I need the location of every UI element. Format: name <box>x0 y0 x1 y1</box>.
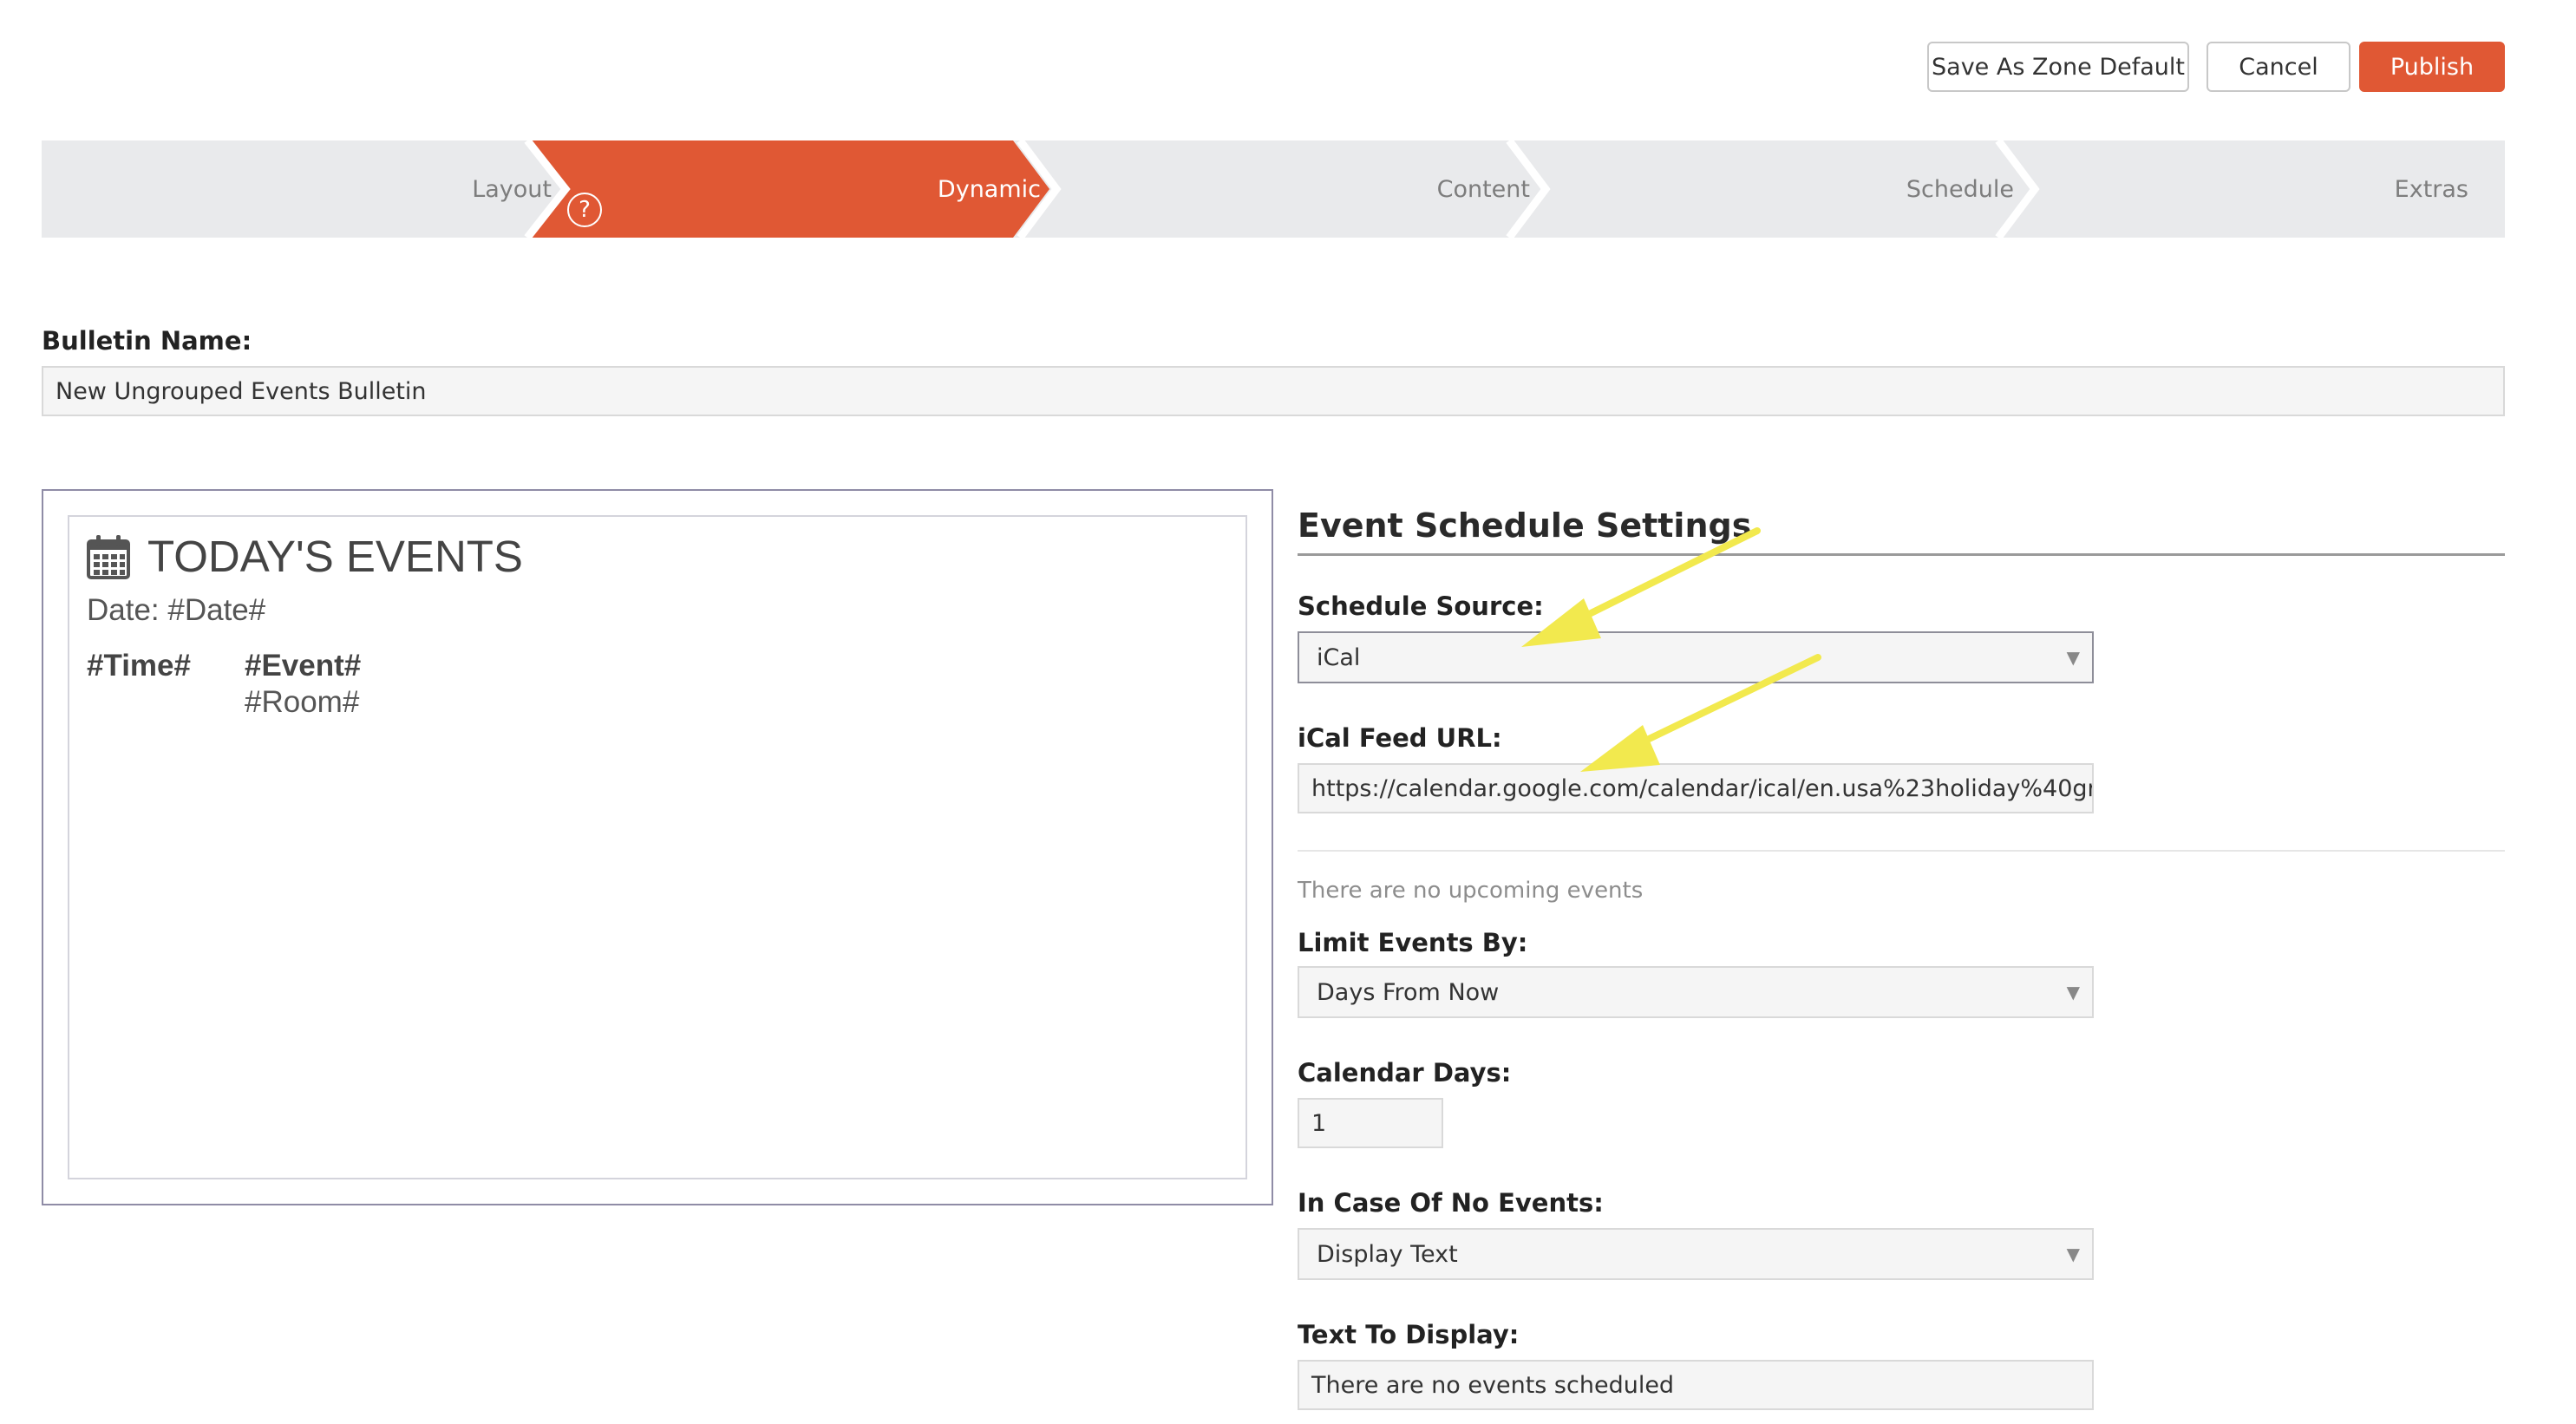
arrow-icon <box>1580 654 1821 772</box>
annotation-arrows <box>1521 527 1821 772</box>
arrow-icon <box>1521 527 1761 647</box>
